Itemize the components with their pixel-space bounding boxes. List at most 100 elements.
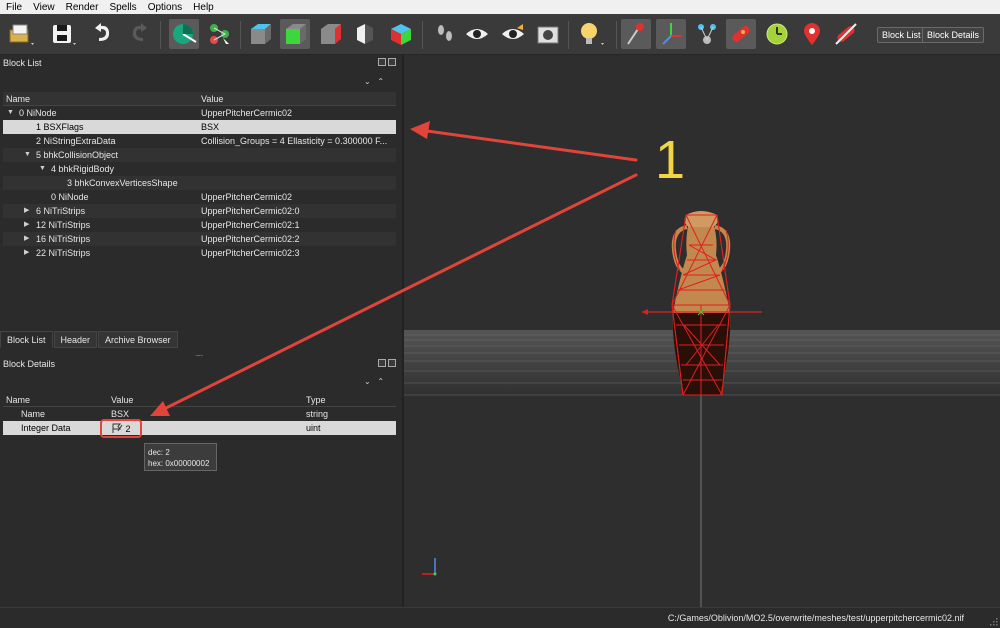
view-toggle-button[interactable] [350, 19, 380, 49]
expand-up-icon[interactable]: ⌃ [377, 377, 384, 386]
show-nodes-button[interactable] [692, 19, 722, 49]
field-type: uint [306, 423, 321, 433]
view-walk-button[interactable] [169, 19, 199, 49]
show-collision-button[interactable] [726, 19, 756, 49]
tree-row-name: 16 NiTriStrips [36, 234, 91, 244]
node-graph-icon [210, 24, 229, 44]
main-toolbar: Block List Block Details [0, 14, 1000, 55]
show-hidden-button[interactable] [462, 19, 492, 49]
field-name: Name [21, 409, 46, 419]
menu-view[interactable]: View [33, 2, 55, 13]
tree-row[interactable]: 0 NiNode UpperPitcherCermic02 [3, 190, 396, 204]
column-header-name[interactable]: Name [3, 395, 108, 405]
view-side-button[interactable] [315, 19, 345, 49]
view-user-button[interactable] [386, 19, 416, 49]
tree-row-name: 6 NiTriStrips [36, 206, 86, 216]
select-object-button[interactable] [621, 19, 651, 49]
toolbar-separator [160, 21, 161, 49]
collapsed-arrow-icon[interactable]: ▶ [24, 246, 29, 260]
open-file-button[interactable] [6, 19, 36, 49]
tab-archive-browser[interactable]: Archive Browser [98, 331, 178, 348]
column-header-type[interactable]: Type [303, 395, 396, 405]
footprints-icon [438, 25, 452, 41]
undo-button[interactable] [88, 19, 118, 49]
show-axes-button[interactable] [656, 19, 686, 49]
tree-row[interactable]: ▼ 5 bhkCollisionObject [3, 148, 396, 162]
tab-header[interactable]: Header [53, 331, 98, 348]
tree-row[interactable]: ▶ 22 NiTriStrips UpperPitcherCermic02:3 [3, 246, 396, 260]
tooltip-dec: dec: 2 [148, 448, 170, 457]
tree-row[interactable]: ▼ 4 bhkRigidBody [3, 162, 396, 176]
collapse-down-icon[interactable]: ⌄ [364, 77, 371, 86]
tree-row-name: 1 BSXFlags [36, 122, 84, 132]
field-value-cell[interactable]: 2 [108, 423, 303, 434]
expanded-arrow-icon[interactable]: ▼ [7, 106, 14, 120]
resize-grip-icon[interactable] [988, 616, 998, 626]
menu-options[interactable]: Options [148, 2, 182, 13]
status-bar: C:/Games/Oblivion/MO2.5/overwrite/meshes… [0, 607, 1000, 628]
block-list-toggle-button[interactable]: Block List [877, 27, 926, 43]
block-details-toggle-button[interactable]: Block Details [922, 27, 985, 43]
table-row[interactable]: Name BSX string [3, 407, 396, 421]
tree-row[interactable]: 3 bhkConvexVerticesShape [3, 176, 396, 190]
tree-row[interactable]: 2 NiStringExtraData Collision_Groups = 4 … [3, 134, 396, 148]
redo-button[interactable] [124, 19, 154, 49]
column-header-name[interactable]: Name [3, 94, 198, 104]
field-value[interactable]: BSX [108, 409, 303, 419]
view-front-button[interactable] [280, 19, 310, 49]
menu-help[interactable]: Help [193, 2, 214, 13]
tree-row[interactable]: ▶ 16 NiTriStrips UpperPitcherCermic02:2 [3, 232, 396, 246]
render-viewport[interactable] [404, 55, 1000, 607]
show-markers-pin-button[interactable] [797, 19, 827, 49]
float-panel-icon[interactable] [378, 58, 386, 66]
float-panel-icon[interactable] [378, 359, 386, 367]
expanded-arrow-icon[interactable]: ▼ [39, 162, 46, 176]
screenshot-button[interactable] [533, 19, 563, 49]
collapsed-arrow-icon[interactable]: ▶ [24, 232, 29, 246]
block-details-table: Name Value Type Name BSX string Integer … [3, 394, 396, 435]
tab-block-list[interactable]: Block List [0, 331, 53, 348]
collapsed-arrow-icon[interactable]: ▶ [24, 218, 29, 232]
save-file-button[interactable] [48, 19, 78, 49]
menu-render[interactable]: Render [66, 2, 99, 13]
tree-row-value: UpperPitcherCermic02 [201, 192, 293, 202]
tree-row[interactable]: ▶ 6 NiTriStrips UpperPitcherCermic02:0 [3, 204, 396, 218]
view-top-button[interactable] [245, 19, 275, 49]
close-panel-icon[interactable] [388, 359, 396, 367]
field-name: Integer Data [21, 423, 71, 433]
tree-row-value: UpperPitcherCermic02:1 [201, 220, 300, 230]
menu-spells[interactable]: Spells [109, 2, 136, 13]
expand-up-icon[interactable]: ⌃ [377, 77, 384, 86]
tree-row[interactable]: ▶ 12 NiTriStrips UpperPitcherCermic02:1 [3, 218, 396, 232]
cube-side-icon [321, 24, 341, 44]
no-collision-icon [835, 23, 857, 45]
tree-row-name-cell: ▼ 0 NiNode [3, 106, 198, 120]
collapsed-arrow-icon[interactable]: ▶ [24, 204, 29, 218]
tree-row-value: BSX [201, 122, 220, 132]
collapse-down-icon[interactable]: ⌄ [364, 377, 371, 386]
half-cube-icon [357, 24, 373, 44]
tree-row-name: 22 NiTriStrips [36, 248, 91, 258]
tree-row[interactable]: ▼ 0 NiNode UpperPitcherCermic02 [3, 106, 396, 120]
tree-row-name: 4 bhkRigidBody [51, 164, 115, 174]
column-header-value[interactable]: Value [198, 94, 396, 104]
block-list-dock-buttons [378, 58, 398, 67]
scene-canvas [404, 211, 1000, 607]
open-folder-icon [9, 24, 34, 45]
column-header-value[interactable]: Value [108, 395, 303, 405]
show-constraints-button[interactable] [762, 19, 792, 49]
toolbar-separator [422, 21, 423, 49]
close-panel-icon[interactable] [388, 58, 396, 66]
table-row[interactable]: Integer Data 2 uint [3, 421, 396, 435]
hide-collision-button[interactable] [831, 19, 861, 49]
expanded-arrow-icon[interactable]: ▼ [24, 148, 31, 162]
flip-view-button[interactable] [430, 19, 460, 49]
integer-data-value[interactable]: 2 [126, 424, 131, 434]
menu-bar: File View Render Spells Options Help [0, 0, 1000, 14]
select-nodes-button[interactable] [205, 19, 235, 49]
lighting-button[interactable] [576, 19, 606, 49]
tree-row[interactable]: 1 BSXFlags BSX [3, 120, 396, 134]
menu-file[interactable]: File [6, 2, 22, 13]
splitter-grip[interactable]: ...... [195, 349, 203, 358]
show-markers-button[interactable] [498, 19, 528, 49]
